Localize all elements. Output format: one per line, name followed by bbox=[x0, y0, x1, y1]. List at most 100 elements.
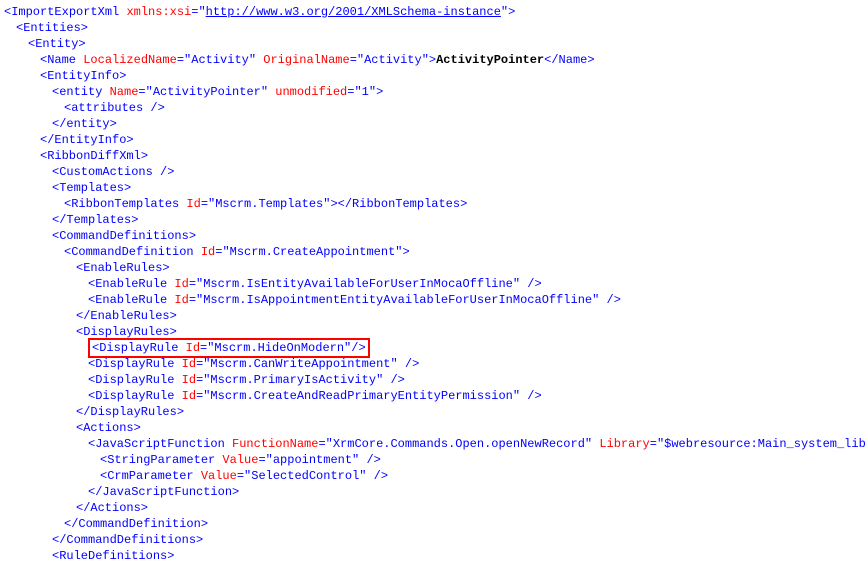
code-segment-attr-value: "Mscrm.Templates" bbox=[208, 197, 330, 211]
code-segment-attr-value: "appointment" bbox=[266, 453, 360, 467]
code-line: <Name LocalizedName="Activity" OriginalN… bbox=[4, 52, 866, 68]
code-segment-attr-value: "Mscrm.HideOnModern" bbox=[207, 341, 351, 355]
code-segment-tag: /> bbox=[383, 373, 405, 387]
code-segment-tag: = bbox=[350, 53, 357, 67]
highlighted-line: <DisplayRule Id="Mscrm.HideOnModern"/> bbox=[88, 338, 370, 358]
code-segment-tag: <RuleDefinitions> bbox=[52, 549, 174, 563]
code-segment-attr-name: FunctionName bbox=[232, 437, 318, 451]
code-line: <EnableRules> bbox=[4, 260, 866, 276]
code-segment-attr-name: Id bbox=[201, 245, 215, 259]
code-segment-tag: /> bbox=[520, 277, 542, 291]
code-segment-string-link: http://www.w3.org/2001/XMLSchema-instanc… bbox=[206, 5, 501, 19]
code-line: <Actions> bbox=[4, 420, 866, 436]
code-segment-tag: </CommandDefinitions> bbox=[52, 533, 203, 547]
code-line: <CustomActions /> bbox=[4, 164, 866, 180]
code-segment-attr-value: "$webresource:Main_system_library.js" bbox=[657, 437, 866, 451]
code-segment-tag: <entity bbox=[52, 85, 110, 99]
code-line: <ImportExportXml xmlns:xsi="http://www.w… bbox=[4, 4, 866, 20]
code-segment-tag: </CommandDefinition> bbox=[64, 517, 208, 531]
code-segment-tag: <Name bbox=[40, 53, 83, 67]
code-line: </EnableRules> bbox=[4, 308, 866, 324]
code-segment-tag: <CommandDefinition bbox=[64, 245, 201, 259]
code-segment-attr-name: Value bbox=[222, 453, 258, 467]
code-segment-attr-name: xmlns:xsi bbox=[126, 5, 191, 19]
code-line: <CommandDefinitions> bbox=[4, 228, 866, 244]
code-line: </Actions> bbox=[4, 500, 866, 516]
code-segment-attr-name: Id bbox=[182, 389, 196, 403]
code-segment-tag: /> bbox=[351, 341, 365, 355]
code-line: <entity Name="ActivityPointer" unmodifie… bbox=[4, 84, 866, 100]
code-segment-tag: </JavaScriptFunction> bbox=[88, 485, 239, 499]
code-segment-attr-name: LocalizedName bbox=[83, 53, 177, 67]
code-segment-attr-name: Name bbox=[110, 85, 139, 99]
code-segment-attr-value: "Mscrm.CreateAndReadPrimaryEntityPermiss… bbox=[203, 389, 520, 403]
code-segment-tag: <DisplayRule bbox=[88, 373, 182, 387]
code-segment-attr-value: "Mscrm.IsAppointmentEntityAvailableForUs… bbox=[196, 293, 599, 307]
code-segment-tag: = bbox=[177, 53, 184, 67]
code-segment-attr-value: "SelectedControl" bbox=[244, 469, 366, 483]
code-line: <attributes /> bbox=[4, 100, 866, 116]
code-line: <JavaScriptFunction FunctionName="XrmCor… bbox=[4, 436, 866, 452]
code-line: <CommandDefinition Id="Mscrm.CreateAppoi… bbox=[4, 244, 866, 260]
code-segment-tag: =" bbox=[191, 5, 205, 19]
code-segment-attr-name: Value bbox=[201, 469, 237, 483]
code-line: </DisplayRules> bbox=[4, 404, 866, 420]
code-segment-tag: <DisplayRule bbox=[92, 341, 186, 355]
code-line: <StringParameter Value="appointment" /> bbox=[4, 452, 866, 468]
xml-code-block: <ImportExportXml xmlns:xsi="http://www.w… bbox=[0, 0, 866, 568]
code-segment-tag: "> bbox=[501, 5, 515, 19]
code-segment-tag: = bbox=[318, 437, 325, 451]
code-segment-tag: </Actions> bbox=[76, 501, 148, 515]
code-segment-tag: = bbox=[201, 197, 208, 211]
code-segment-tag: /> bbox=[398, 357, 420, 371]
code-segment-tag: <DisplayRules> bbox=[76, 325, 177, 339]
code-segment-tag: <Actions> bbox=[76, 421, 141, 435]
code-line: <RibbonDiffXml> bbox=[4, 148, 866, 164]
code-segment-tag: <EnableRule bbox=[88, 277, 174, 291]
code-line: <DisplayRule Id="Mscrm.CreateAndReadPrim… bbox=[4, 388, 866, 404]
code-segment-attr-value: "1" bbox=[354, 85, 376, 99]
code-segment-tag: = bbox=[189, 277, 196, 291]
code-line: <CrmParameter Value="SelectedControl" /> bbox=[4, 468, 866, 484]
code-segment-text: ActivityPointer bbox=[436, 53, 544, 67]
code-segment-tag: <EnableRule bbox=[88, 293, 174, 307]
code-segment-tag: <JavaScriptFunction bbox=[88, 437, 232, 451]
code-segment-tag: = bbox=[237, 469, 244, 483]
code-segment-tag: <CrmParameter bbox=[100, 469, 201, 483]
code-segment-tag: > bbox=[402, 245, 409, 259]
code-line: <EnableRule Id="Mscrm.IsEntityAvailableF… bbox=[4, 276, 866, 292]
code-segment-tag: </EntityInfo> bbox=[40, 133, 134, 147]
code-segment-tag: = bbox=[138, 85, 145, 99]
code-segment-tag: /> bbox=[359, 453, 381, 467]
code-segment-tag: = bbox=[258, 453, 265, 467]
code-line: <DisplayRule Id="Mscrm.HideOnModern"/> bbox=[4, 340, 866, 356]
code-segment-attr-name: OriginalName bbox=[263, 53, 349, 67]
code-segment-attr-name: unmodified bbox=[275, 85, 347, 99]
code-segment-attr-name: Id bbox=[174, 293, 188, 307]
code-segment-tag: <EnableRules> bbox=[76, 261, 170, 275]
code-segment-attr-name: Id bbox=[182, 373, 196, 387]
code-segment-tag: <Templates> bbox=[52, 181, 131, 195]
code-segment-tag: </DisplayRules> bbox=[76, 405, 184, 419]
code-segment-tag: <Entities> bbox=[16, 21, 88, 35]
code-segment-attr-value: "Mscrm.CanWriteAppointment" bbox=[203, 357, 397, 371]
code-segment-attr-name: Id bbox=[186, 341, 200, 355]
code-segment-tag: <EntityInfo> bbox=[40, 69, 126, 83]
code-segment-tag: ></RibbonTemplates> bbox=[330, 197, 467, 211]
code-segment-attr-value: "Mscrm.PrimaryIsActivity" bbox=[203, 373, 383, 387]
code-line: </entity> bbox=[4, 116, 866, 132]
code-segment-attr-value: "Mscrm.CreateAppointment" bbox=[222, 245, 402, 259]
code-line: <RibbonTemplates Id="Mscrm.Templates"></… bbox=[4, 196, 866, 212]
code-line: <DisplayRule Id="Mscrm.PrimaryIsActivity… bbox=[4, 372, 866, 388]
code-segment-tag: = bbox=[650, 437, 657, 451]
code-segment-tag: </Templates> bbox=[52, 213, 138, 227]
code-line: <EntityInfo> bbox=[4, 68, 866, 84]
code-segment-attr-value: "Mscrm.IsEntityAvailableForUserInMocaOff… bbox=[196, 277, 520, 291]
code-segment-attr-value: "ActivityPointer" bbox=[146, 85, 268, 99]
code-segment-tag: ImportExportXml bbox=[11, 5, 119, 19]
code-line: <Entity> bbox=[4, 36, 866, 52]
code-segment-tag: <DisplayRule bbox=[88, 389, 182, 403]
code-line: </Templates> bbox=[4, 212, 866, 228]
code-segment-tag: /> bbox=[366, 469, 388, 483]
code-segment-attr-name: Id bbox=[174, 277, 188, 291]
